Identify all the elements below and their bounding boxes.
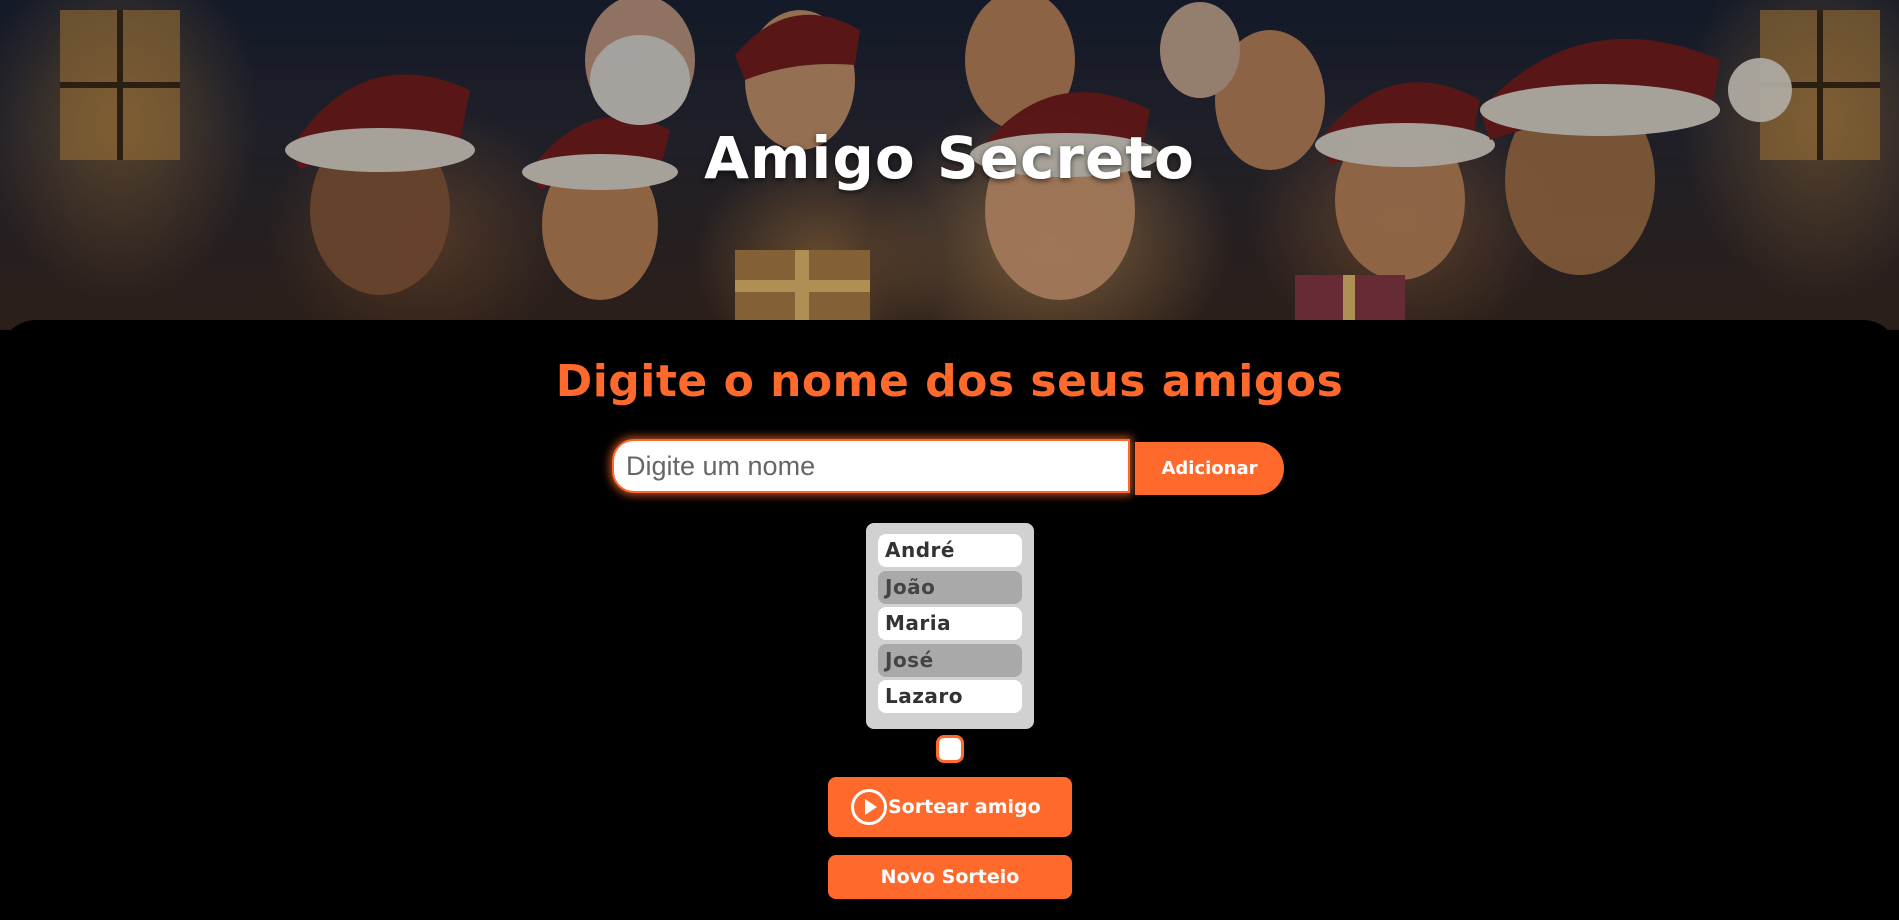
section-title: Digite o nome dos seus amigos	[555, 356, 1344, 407]
list-item: José	[878, 643, 1022, 677]
friend-list: André João Maria José Lazaro	[866, 523, 1034, 729]
result-display	[936, 735, 964, 763]
add-friend-form: Adicionar	[612, 439, 1284, 497]
new-draw-button[interactable]: Novo Sorteio	[828, 855, 1072, 899]
friend-name-input[interactable]	[612, 439, 1130, 493]
list-item: Lazaro	[878, 680, 1022, 713]
play-circle-icon	[851, 789, 887, 825]
main-panel: Digite o nome dos seus amigos Adicionar …	[0, 320, 1899, 920]
list-item: João	[878, 570, 1022, 604]
page-title: Amigo Secreto	[704, 124, 1195, 192]
list-item: André	[878, 534, 1022, 567]
list-item: Maria	[878, 607, 1022, 640]
draw-button-label: Sortear amigo	[888, 796, 1041, 818]
draw-friend-button[interactable]: Sortear amigo	[828, 777, 1072, 837]
page: Amigo Secreto Digite o nome dos seus ami…	[0, 0, 1899, 920]
add-button[interactable]: Adicionar	[1135, 442, 1284, 495]
header-banner: Amigo Secreto	[0, 0, 1899, 330]
